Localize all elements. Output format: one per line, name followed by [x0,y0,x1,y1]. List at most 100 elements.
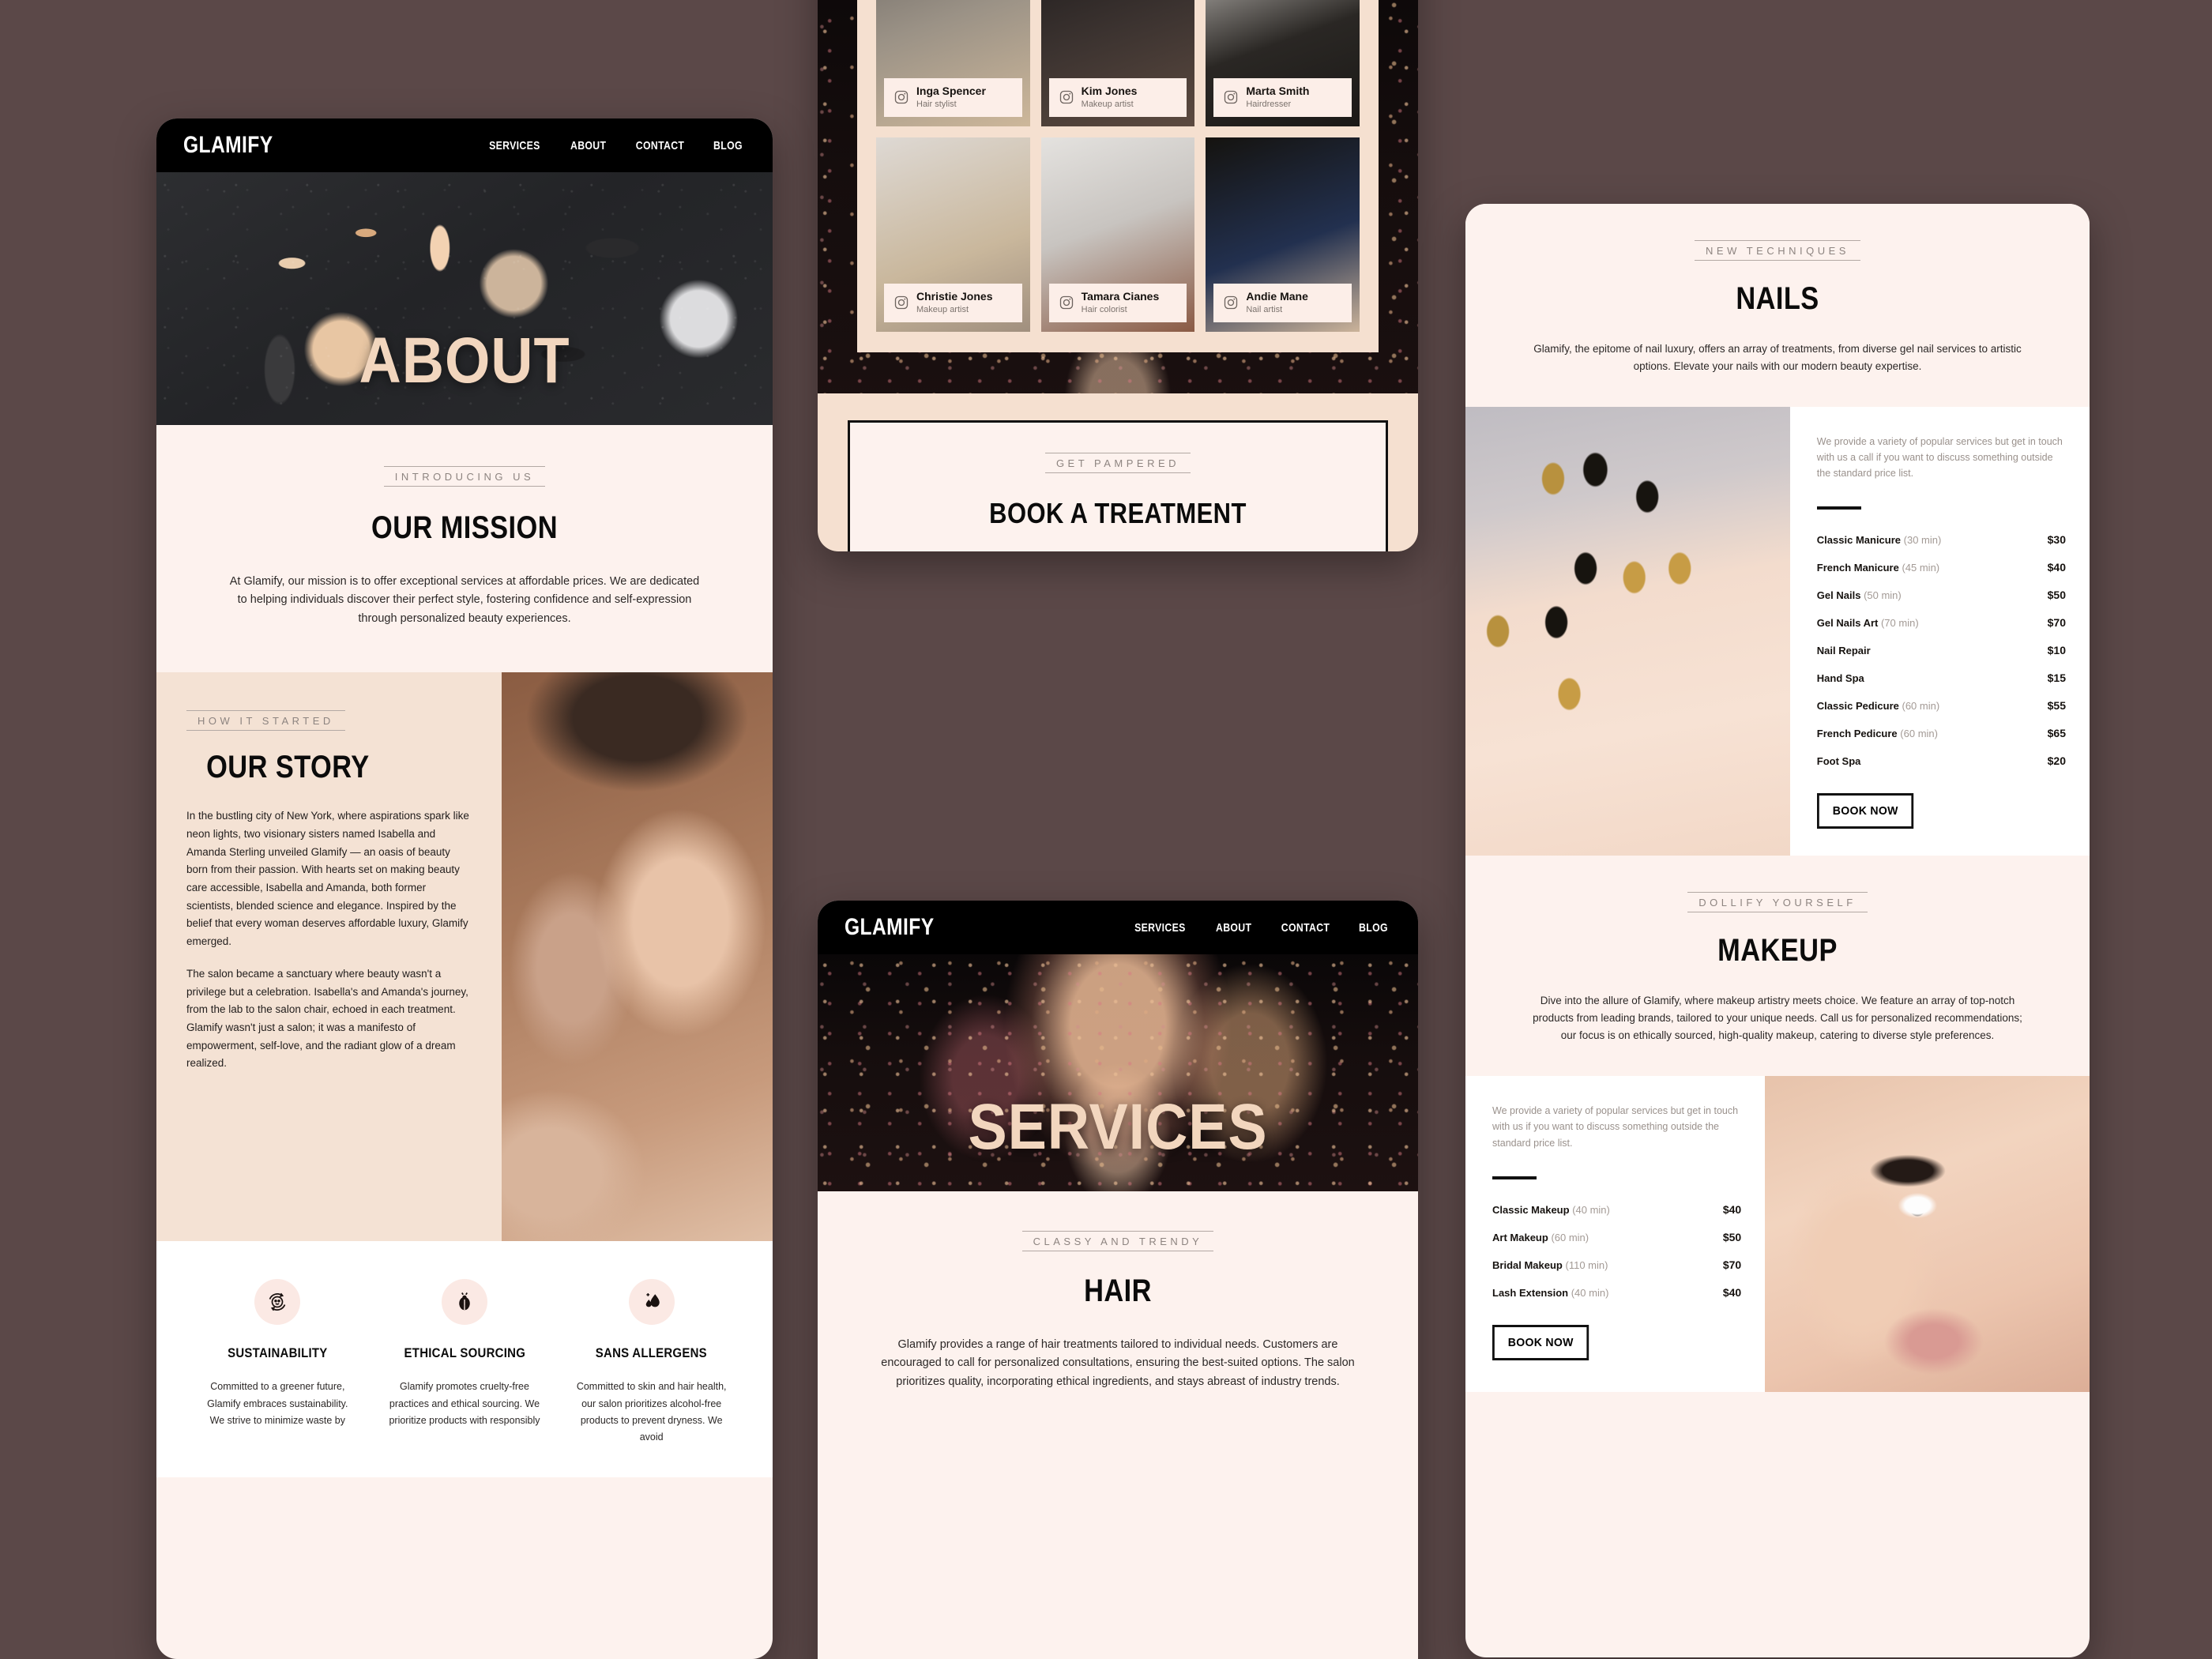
value-card-sans-allergens: SANS ALLERGENS Committed to skin and hai… [562,1279,741,1446]
service-duration: (40 min) [1572,1203,1610,1216]
instagram-icon[interactable] [893,295,909,310]
instagram-icon[interactable] [893,89,909,105]
service-price: $20 [2047,754,2066,768]
story-paragraph-2: The salon became a sanctuary where beaut… [186,967,468,1070]
nav-item-contact[interactable]: CONTACT [1281,921,1330,935]
member-name: Andie Mane [1246,290,1308,303]
service-name: Bridal Makeup [1492,1258,1563,1271]
service-price: $55 [2047,699,2066,713]
instagram-icon[interactable] [1223,295,1239,310]
droplet-icon [628,1279,675,1326]
service-duration: (60 min) [1551,1231,1589,1243]
value-copy-ethical-sourcing: Glamify promotes cruelty-free practices … [389,1381,540,1426]
member-role: Makeup artist [1081,99,1134,109]
mission-body: At Glamify, our mission is to offer exce… [229,575,700,625]
price-row: Classic Manicure (30 min) $30 [1817,533,2066,546]
brand-logo[interactable]: GLAMIFY [183,132,273,159]
team-grid-frame: Inga Spencer Hair stylist Kim Jones Make… [857,0,1379,352]
hair-section: CLASSY AND TRENDY HAIR Glamify provides … [818,1191,1418,1431]
nav-item-blog[interactable]: BLOG [1359,921,1388,935]
service-duration: (60 min) [1900,728,1938,740]
service-duration: (30 min) [1903,534,1942,547]
service-name: Nail Repair [1816,645,1871,657]
about-hero-title: ABOUT [359,325,570,397]
booking-box: GET PAMPERED BOOK A TREATMENT Why wait? … [848,420,1388,551]
team-member-card[interactable]: Christie Jones Makeup artist [876,137,1030,332]
service-price: $70 [1722,1258,1742,1271]
price-row: Bridal Makeup (110 min) $70 [1492,1258,1741,1271]
team-member-card[interactable]: Inga Spencer Hair stylist [876,0,1030,126]
nav-links: SERVICES ABOUT CONTACT BLOG [483,139,746,152]
service-name: French Manicure [1816,562,1899,574]
member-info: Kim Jones Makeup artist [1048,78,1187,117]
member-name: Marta Smith [1246,85,1310,98]
team-member-card[interactable]: Kim Jones Makeup artist [1040,0,1195,126]
service-duration: (110 min) [1565,1258,1608,1271]
member-role: Hairdresser [1246,99,1292,109]
price-row: French Manicure (45 min) $40 [1817,561,2066,574]
value-name-sustainability: SUSTAINABILITY [228,1345,328,1361]
nails-photo [1465,406,1790,856]
eyeliner-model-photo [1765,1076,2090,1393]
service-price: $10 [2047,644,2066,657]
instagram-icon[interactable] [1059,89,1074,105]
team-grid: Inga Spencer Hair stylist Kim Jones Make… [876,0,1360,332]
nav-item-about[interactable]: ABOUT [570,139,606,152]
nav-item-about[interactable]: ABOUT [1216,921,1251,935]
makeup-body: Dive into the allure of Glamify, where m… [1533,995,2022,1042]
instagram-icon[interactable] [1059,295,1074,310]
booking-eyebrow: GET PAMPERED [1044,453,1191,473]
service-duration: (50 min) [1864,589,1902,602]
booking-title: BOOK A TREATMENT [989,497,1247,529]
makeup-book-now-button[interactable]: BOOK NOW [1492,1324,1589,1360]
member-name: Tamara Cianes [1081,290,1160,303]
service-name: Classic Pedicure [1816,700,1899,713]
member-info: Andie Mane Nail artist [1213,284,1352,322]
mission-eyebrow: INTRODUCING US [383,466,546,487]
about-page-card: GLAMIFY SERVICES ABOUT CONTACT BLOG ABOU… [156,118,773,1659]
makeup-price-note: We provide a variety of popular services… [1492,1105,1739,1149]
service-price: $40 [1722,1202,1742,1216]
hair-title: HAIR [1084,1273,1152,1308]
nav-item-contact[interactable]: CONTACT [636,139,685,152]
service-name: Classic Manicure [1816,534,1902,547]
nav-links: SERVICES ABOUT CONTACT BLOG [1129,921,1391,935]
makeup-price-list: We provide a variety of popular services… [1465,1076,1765,1392]
nails-book-now-button[interactable]: BOOK NOW [1816,793,1914,830]
service-name: Gel Nails Art [1816,617,1879,630]
pricing-page-card: NEW TECHNIQUES NAILS Glamify, the epitom… [1465,204,2090,1657]
story-paragraph-1: In the bustling city of New York, where … [186,810,469,948]
ladybug-icon [442,1279,487,1326]
navbar-services: GLAMIFY SERVICES ABOUT CONTACT BLOG [818,901,1418,954]
nav-item-services[interactable]: SERVICES [1134,921,1186,935]
hair-body: Glamify provides a range of hair treatme… [881,1338,1355,1388]
navbar-about: GLAMIFY SERVICES ABOUT CONTACT BLOG [156,118,773,172]
price-row: Classic Pedicure (60 min) $55 [1817,699,2066,712]
service-duration: (45 min) [1902,562,1940,574]
team-member-card[interactable]: Tamara Cianes Hair colorist [1040,137,1195,332]
nails-pricing-block: We provide a variety of popular services… [1465,406,2090,856]
services-hero: SERVICES [818,954,1418,1191]
nails-intro: NEW TECHNIQUES NAILS Glamify, the epitom… [1465,204,2090,407]
brand-logo[interactable]: GLAMIFY [845,914,935,941]
member-role: Hair colorist [1081,304,1127,314]
price-row: French Pedicure (60 min) $65 [1817,727,2066,739]
two-models-photo [501,672,773,1242]
service-duration: (60 min) [1902,700,1940,713]
divider-rule [1816,506,1861,510]
makeup-photo [1765,1076,2090,1393]
member-role: Makeup artist [916,304,969,314]
nails-body: Glamify, the epitome of nail luxury, off… [1533,343,2022,372]
nav-item-blog[interactable]: BLOG [713,139,743,152]
about-hero: ABOUT [156,172,773,425]
nav-item-services[interactable]: SERVICES [489,139,540,152]
team-member-card[interactable]: Andie Mane Nail artist [1206,137,1360,332]
nails-price-note: We provide a variety of popular services… [1816,435,2063,480]
team-member-card[interactable]: Marta Smith Hairdresser [1206,0,1360,126]
instagram-icon[interactable] [1223,89,1239,105]
makeup-pricing-block: We provide a variety of popular services… [1465,1076,2090,1393]
service-price: $30 [2047,533,2066,547]
price-row: Gel Nails Art (70 min) $70 [1817,616,2066,629]
service-price: $15 [2047,672,2066,685]
nails-price-list: We provide a variety of popular services… [1790,407,2090,856]
